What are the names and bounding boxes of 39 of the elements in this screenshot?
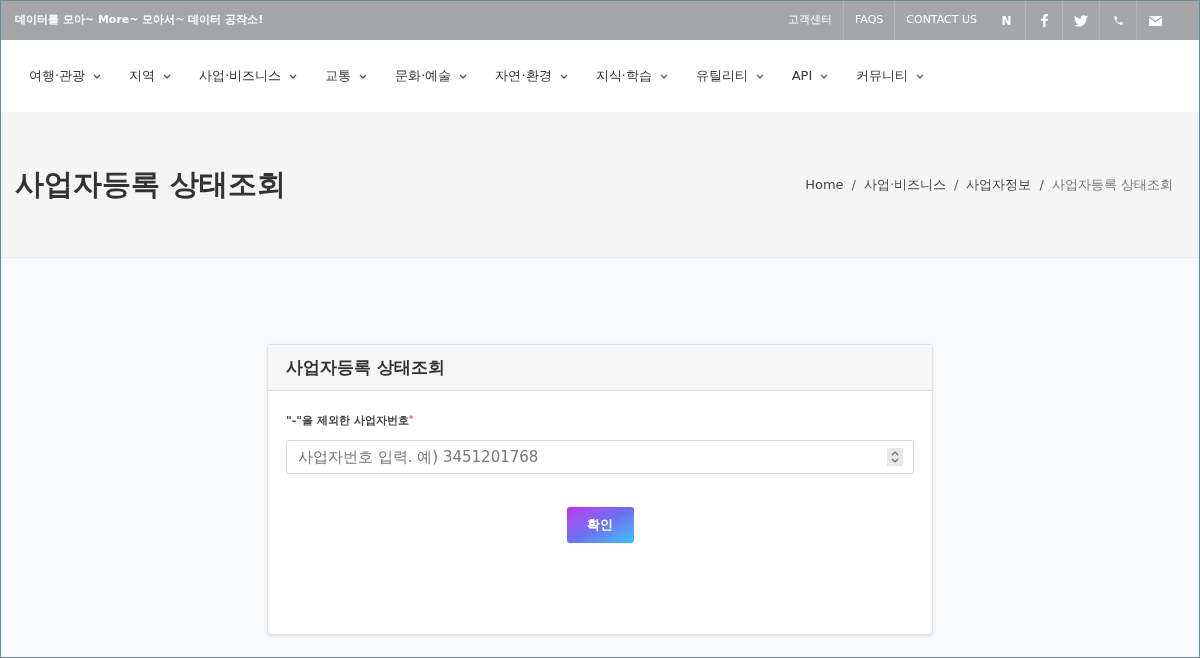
nav-menu-item[interactable]: 사업·비즈니스	[199, 66, 298, 86]
nav-menu-item[interactable]: 지역	[129, 66, 172, 86]
chevron-down-icon	[820, 73, 829, 79]
chevron-down-icon	[659, 73, 668, 79]
breadcrumb-separator: /	[1039, 175, 1044, 194]
breadcrumb-link[interactable]: 사업자정보	[966, 174, 1032, 195]
confirm-button[interactable]: 확인	[566, 506, 634, 543]
chevron-down-icon	[755, 73, 764, 79]
chevron-down-icon	[459, 73, 468, 79]
business-number-input[interactable]: 사업자번호 입력. 예) 3451201768	[286, 439, 914, 474]
chevron-down-icon	[359, 73, 368, 79]
nav-menu-item[interactable]: 여행·관광	[29, 66, 102, 86]
breadcrumb-separator: /	[851, 175, 856, 194]
chevron-down-icon	[559, 73, 568, 79]
breadcrumb-current: 사업자등록 상태조회	[1051, 175, 1173, 194]
nav-menu-item[interactable]: API	[791, 66, 829, 86]
breadcrumb-link[interactable]: 사업·비즈니스	[863, 174, 947, 195]
nav-menu-item[interactable]: 커뮤니티	[856, 66, 925, 86]
chevron-down-icon	[93, 73, 102, 79]
required-mark: *	[408, 413, 414, 424]
nav-menu-item[interactable]: 교통	[325, 66, 368, 86]
nav-menu-item[interactable]: 문화·예술	[395, 66, 468, 86]
mail-icon[interactable]	[1148, 15, 1162, 26]
page-title: 사업자등록 상태조회	[15, 165, 287, 203]
nav-menu-item[interactable]: 유틸리티	[695, 66, 764, 86]
nav-menu-item[interactable]: 자연·환경	[495, 66, 568, 86]
chevron-down-icon	[916, 73, 925, 79]
chevron-down-icon	[163, 73, 172, 79]
spinner-icon[interactable]	[887, 447, 903, 466]
nav-menu-item[interactable]: 지식·학습	[595, 66, 668, 86]
breadcrumb-separator: /	[954, 175, 959, 194]
site-slogan: 데이터를 모아~ More~ 모아서~ 데이터 공작소!	[15, 12, 264, 29]
field-label: "-"을 제외한 사업자번호	[286, 413, 409, 429]
phone-icon[interactable]	[1112, 15, 1124, 26]
breadcrumb-link[interactable]: Home	[805, 174, 844, 195]
facebook-icon[interactable]	[1040, 14, 1048, 27]
card-title: 사업자등록 상태조회	[286, 355, 445, 379]
chevron-down-icon	[289, 73, 298, 79]
twitter-icon[interactable]	[1074, 14, 1088, 27]
